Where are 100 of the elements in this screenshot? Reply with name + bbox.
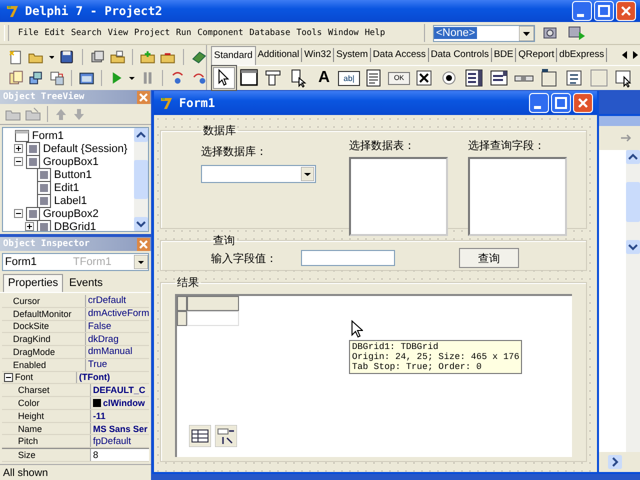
open-project-icon[interactable] — [110, 49, 126, 65]
property-value: dmManual — [88, 346, 132, 358]
palette-tab[interactable]: Additional — [256, 48, 302, 62]
grid-cell — [177, 296, 187, 311]
tree-item[interactable]: Button1 — [54, 168, 92, 180]
component-icon — [37, 180, 51, 194]
scroll-thumb[interactable] — [134, 160, 148, 199]
palette-tab[interactable]: Win32 — [302, 48, 334, 62]
collapse-icon[interactable] — [14, 157, 23, 166]
field-label: 选择数据表： — [349, 139, 416, 153]
menu-item[interactable]: Component — [194, 28, 246, 38]
tree-item[interactable]: GroupBox2 — [43, 208, 99, 220]
tree-item[interactable]: Edit1 — [54, 182, 80, 194]
minimize-icon[interactable] — [572, 1, 592, 21]
tree-scrollbar[interactable] — [134, 128, 148, 231]
inspector-tab[interactable]: Events — [64, 274, 108, 292]
data-grid[interactable] — [175, 294, 572, 457]
scroll-down-icon[interactable] — [626, 240, 640, 254]
component-run-icon[interactable] — [567, 24, 587, 42]
property-value: fpDefault — [93, 436, 132, 447]
property-value: False — [88, 320, 112, 332]
expand-icon[interactable] — [25, 222, 34, 231]
minimize-icon[interactable] — [529, 93, 549, 113]
menu-item[interactable]: Run — [173, 28, 194, 38]
tree-item[interactable]: GroupBox1 — [43, 156, 99, 168]
tree-item[interactable]: Label1 — [54, 194, 88, 206]
collapse-icon[interactable] — [4, 372, 13, 382]
tree-item[interactable]: Form1 — [32, 130, 64, 142]
inspector-tab[interactable]: Properties — [3, 274, 64, 292]
close-icon[interactable] — [573, 93, 593, 113]
menu-item[interactable]: View — [104, 28, 132, 38]
maximize-icon[interactable] — [551, 93, 571, 113]
panel-title: Object TreeView — [3, 92, 84, 102]
scroll-up-icon[interactable] — [134, 128, 148, 142]
scroll-right-icon[interactable] — [630, 49, 640, 61]
property-name: DockSite — [13, 321, 50, 332]
palette-tab[interactable]: System — [334, 48, 371, 62]
close-icon[interactable] — [616, 1, 636, 21]
component-combo[interactable]: <None> — [433, 24, 535, 42]
tree-item[interactable]: Default {Session} — [43, 142, 128, 154]
grid-header-cell — [187, 296, 239, 311]
scroll-up-icon[interactable] — [626, 150, 640, 164]
palette-tab[interactable]: Standard — [211, 46, 256, 64]
menu-item[interactable]: File — [15, 28, 42, 38]
palette-tab[interactable]: QReport — [516, 48, 558, 62]
scroll-right-icon[interactable] — [608, 455, 622, 469]
connection-arrows-icon[interactable] — [215, 425, 237, 447]
listbox-icon[interactable] — [463, 67, 485, 89]
tree-item[interactable]: DBGrid1 — [54, 220, 96, 231]
menu-item[interactable]: Project — [131, 28, 173, 38]
menu-item[interactable]: Database — [246, 28, 294, 38]
menu-item[interactable]: Window — [324, 28, 362, 38]
property-name: Enabled — [13, 360, 46, 370]
dropdown-arrow-icon[interactable] — [519, 26, 534, 40]
table-listbox[interactable] — [349, 157, 448, 236]
field-label: 选择查询字段： — [468, 138, 546, 153]
table-grid-icon[interactable] — [189, 425, 211, 447]
label-component-icon[interactable]: A — [313, 68, 335, 88]
palette-tab[interactable]: Data Access — [370, 48, 429, 62]
collapse-icon[interactable] — [14, 209, 23, 218]
trace-into-icon[interactable] — [170, 70, 186, 86]
scroll-left-icon[interactable] — [620, 49, 630, 61]
value-field[interactable]: 8 — [91, 449, 149, 461]
property-value: (TFont) — [79, 372, 110, 382]
stacked-windows-icon[interactable] — [28, 70, 44, 86]
property-value: dmActiveForm — [88, 308, 149, 320]
form-window-icon[interactable] — [78, 70, 94, 86]
property-name: DefaultMonitor — [13, 308, 72, 319]
scroll-thumb[interactable] — [626, 182, 640, 222]
close-icon[interactable] — [137, 90, 150, 104]
palette-tab[interactable]: Data Controls — [428, 48, 492, 62]
component-icon — [26, 154, 40, 168]
editor-scrollbar[interactable] — [626, 150, 640, 452]
dropdown-arrow-icon[interactable] — [134, 255, 148, 269]
field-label: 选择数据库： — [201, 144, 268, 159]
menu-item[interactable]: Search — [68, 28, 105, 38]
menu-item[interactable]: Help — [362, 28, 388, 38]
new-item-icon[interactable] — [8, 49, 24, 65]
frame-icon[interactable] — [238, 67, 260, 89]
windows-icon[interactable] — [90, 49, 105, 65]
palette-tab[interactable]: dbExpress — [557, 48, 608, 62]
object-selector[interactable]: Form1 TForm1 — [2, 253, 149, 271]
status-text: All shown — [3, 466, 48, 478]
edit-component-icon[interactable]: ab| — [338, 70, 360, 86]
new-form-icon[interactable] — [8, 70, 24, 86]
query-button[interactable]: 查询 — [459, 248, 519, 268]
palette-tab[interactable]: BDE — [492, 48, 516, 62]
toggle-form-icon[interactable] — [48, 70, 64, 86]
expand-icon[interactable] — [14, 144, 23, 153]
scroll-down-icon[interactable] — [134, 217, 148, 231]
property-name: Pitch — [18, 436, 38, 446]
menu-item[interactable]: Tools — [293, 28, 325, 38]
menu-item[interactable]: Edit — [41, 28, 68, 38]
field-listbox[interactable] — [468, 157, 567, 236]
property-name: Name — [18, 424, 42, 434]
maximize-icon[interactable] — [594, 1, 614, 21]
dropdown-arrow-icon[interactable] — [301, 167, 314, 181]
close-icon[interactable] — [137, 238, 150, 250]
input-field[interactable] — [301, 250, 395, 266]
add-file-icon[interactable] — [140, 49, 156, 65]
